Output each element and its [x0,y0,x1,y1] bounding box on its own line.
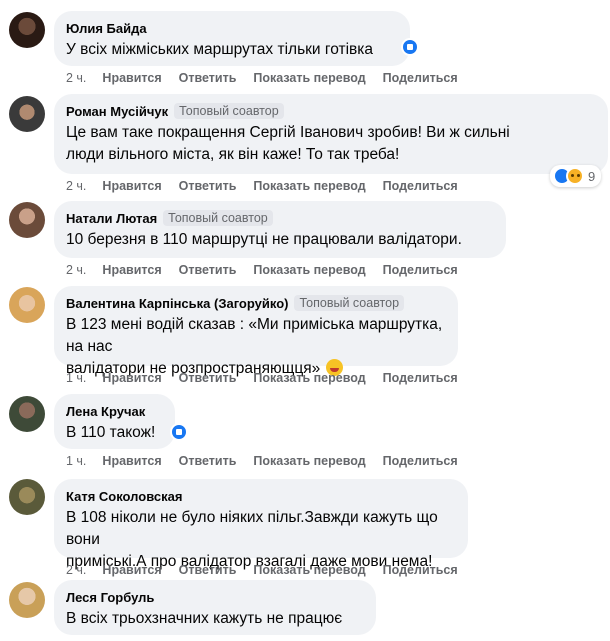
author-name[interactable]: Роман Мусійчук [66,104,168,119]
comment-actions: 2 ч. Нравится Ответить Показать перевод … [66,179,475,193]
comment-bubble: Натали Лютая Топовый соавтор 10 березня … [54,201,506,258]
translate-button[interactable]: Показать перевод [253,454,365,468]
comment-actions: 2 ч. Нравится Ответить Показать перевод … [66,563,475,577]
author-name[interactable]: Лена Кручак [66,404,145,419]
translate-button[interactable]: Показать перевод [253,71,365,85]
author-name[interactable]: Катя Соколовская [66,489,182,504]
reply-button[interactable]: Ответить [179,179,237,193]
comment-bubble: Леся Горбуль В всіх трьохзначних кажуть … [54,580,376,635]
comment-text: 10 березня в 110 маршрутці не працювали … [66,231,462,248]
reply-button[interactable]: Ответить [179,563,237,577]
avatar[interactable] [9,582,45,618]
sad-reaction-icon [566,167,584,185]
avatar[interactable] [9,287,45,323]
reply-button[interactable]: Ответить [179,263,237,277]
reaction-count: 9 [588,168,596,184]
timestamp[interactable]: 2 ч. [66,263,86,277]
translate-button[interactable]: Показать перевод [253,263,365,277]
avatar[interactable] [9,396,45,432]
like-button[interactable]: Нравится [102,371,161,385]
translate-button[interactable]: Показать перевод [253,371,365,385]
translate-button[interactable]: Показать перевод [253,563,365,577]
comment-bubble: Лена Кручак В 110 також! [54,394,175,449]
reply-button[interactable]: Ответить [179,71,237,85]
comment-actions: 1 ч. Нравится Ответить Показать перевод … [66,454,475,468]
like-button[interactable]: Нравится [102,179,161,193]
author-name[interactable]: Юлия Байда [66,21,147,36]
avatar[interactable] [9,12,45,48]
avatar[interactable] [9,479,45,515]
like-button[interactable]: Нравится [102,71,161,85]
like-button[interactable]: Нравится [102,454,161,468]
timestamp[interactable]: 2 ч. [66,563,86,577]
comment-bubble: Валентина Карпінська (Загоруйко) Топовый… [54,286,458,377]
reply-button[interactable]: Ответить [179,371,237,385]
timestamp[interactable]: 1 ч. [66,371,86,385]
author-name[interactable]: Валентина Карпінська (Загоруйко) [66,296,288,311]
timestamp[interactable]: 1 ч. [66,454,86,468]
translate-button[interactable]: Показать перевод [253,179,365,193]
timestamp[interactable]: 2 ч. [66,71,86,85]
like-reaction-icon[interactable] [170,423,188,441]
reaction-summary[interactable]: 9 [550,165,602,187]
comment-actions: 2 ч. Нравится Ответить Показать перевод … [66,263,475,277]
reply-button[interactable]: Ответить [179,454,237,468]
share-button[interactable]: Поделиться [383,179,458,193]
comment-actions: 2 ч. Нравится Ответить Показать перевод … [66,71,475,85]
share-button[interactable]: Поделиться [383,263,458,277]
comment-bubble: Роман Мусійчук Топовый соавтор Це вам та… [54,94,608,174]
comment-text: У всіх міжміських маршрутах тільки готів… [66,41,374,58]
comment-text: В всіх трьохзначних кажуть не працює [66,610,343,627]
share-button[interactable]: Поделиться [383,454,458,468]
comment-bubble: Юлия Байда У всіх міжміських маршрутах т… [54,11,410,66]
top-fan-badge: Топовый соавтор [174,103,284,119]
like-reaction-icon[interactable] [401,38,419,56]
avatar[interactable] [9,96,45,132]
like-button[interactable]: Нравится [102,263,161,277]
timestamp[interactable]: 2 ч. [66,179,86,193]
share-button[interactable]: Поделиться [383,371,458,385]
share-button[interactable]: Поделиться [383,71,458,85]
top-fan-badge: Топовый соавтор [294,295,405,311]
comment-actions: 1 ч. Нравится Ответить Показать перевод … [66,371,475,385]
comment-text: В 110 також! [66,424,156,441]
share-button[interactable]: Поделиться [383,563,458,577]
comment-bubble: Катя Соколовская В 108 ніколи не було ні… [54,479,468,570]
top-fan-badge: Топовый соавтор [163,210,273,226]
like-button[interactable]: Нравится [102,563,161,577]
author-name[interactable]: Леся Горбуль [66,590,154,605]
author-name[interactable]: Натали Лютая [66,211,157,226]
avatar[interactable] [9,202,45,238]
comment-text: Це вам таке покращення Сергій Іванович з… [66,124,510,163]
